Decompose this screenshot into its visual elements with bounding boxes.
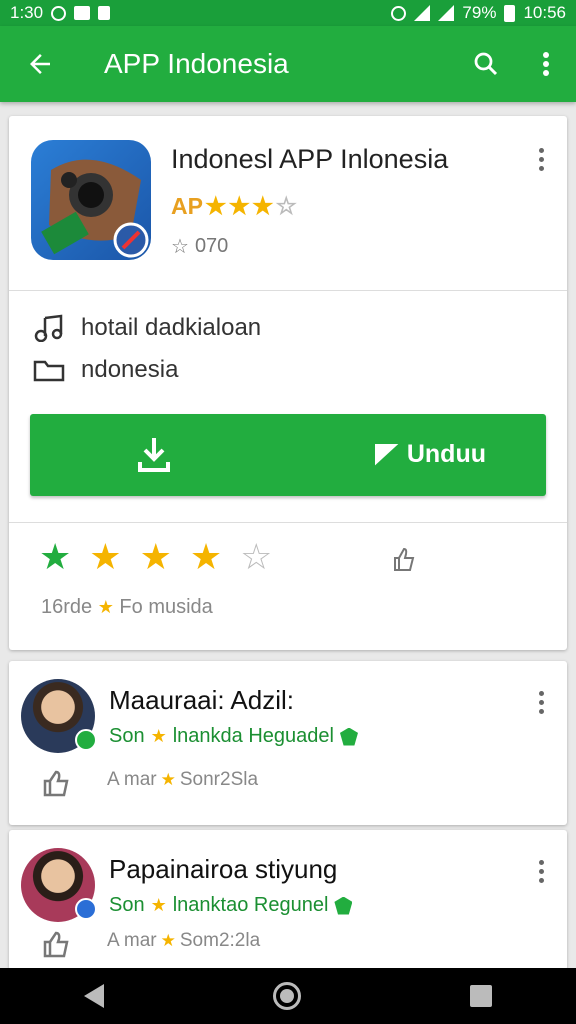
rate-star-1[interactable]: ★ [39, 536, 71, 578]
star-outline-icon: ☆ [171, 236, 189, 258]
leaf-icon [339, 727, 358, 746]
avatar[interactable] [21, 848, 97, 922]
search-button[interactable] [456, 49, 516, 79]
app-title: Indonesl APP Inlonesia [171, 144, 449, 174]
app-rating-count: ☆ 070 [171, 235, 229, 258]
app-icon[interactable] [31, 140, 151, 260]
star-icon: ★ [97, 597, 114, 617]
folder-icon [33, 360, 65, 382]
alarm-icon [391, 5, 407, 21]
review-menu-button[interactable] [539, 860, 545, 883]
star-icon: ★ [150, 895, 167, 915]
arrow-left-icon [30, 54, 50, 74]
rate-star-2[interactable]: ★ [89, 536, 121, 578]
camera-icon [41, 159, 149, 258]
review-author: Maauraai: Adzil: [109, 685, 294, 715]
rate-star-5[interactable]: ☆ [240, 536, 272, 578]
review-meta: A mar ★ Sonr2Sla [107, 769, 259, 790]
download-icon [138, 438, 170, 472]
verified-badge-icon [75, 729, 97, 751]
review-card: Papainairoa stiyung Son ★ lnanktao Regun… [9, 830, 567, 970]
rate-star-3[interactable]: ★ [140, 536, 172, 578]
rate-star-4[interactable]: ★ [190, 536, 222, 578]
app-bar: APP Indonesia [0, 26, 576, 102]
status-time-right: 10:56 [523, 3, 566, 22]
download-label: Unduu [374, 440, 486, 469]
flag-icon [374, 443, 399, 466]
star-icon: ★ [204, 193, 227, 220]
thumb-icon[interactable] [389, 546, 417, 574]
app-subtitle: AP ★ ★ ★ ☆ [171, 193, 298, 220]
star-icon: ★ [150, 726, 167, 746]
message-icon [74, 6, 91, 20]
search-icon [474, 52, 498, 76]
meta-row-music: hotail dadkialoan [33, 314, 261, 342]
back-button[interactable] [0, 49, 80, 79]
star-outline-icon: ☆ [275, 193, 298, 220]
status-time-left: 1:30 [10, 3, 44, 22]
rate-stars: ★ ★ ★ ★ ☆ [39, 536, 272, 578]
thumbs-up-icon[interactable] [41, 930, 71, 958]
meta-row-folder: ndonesia [33, 356, 178, 384]
music-note-icon [34, 314, 63, 342]
overflow-menu-button[interactable] [516, 51, 576, 77]
review-menu-button[interactable] [539, 691, 545, 714]
thumbs-up-icon[interactable] [41, 769, 71, 797]
status-bar: 1:30 79% 10:56 [0, 0, 576, 26]
avatar[interactable] [21, 679, 97, 753]
divider [9, 290, 567, 291]
signal-icon [438, 5, 455, 21]
star-icon: ★ [160, 770, 176, 789]
review-author: Papainairoa stiyung [109, 854, 338, 884]
battery-percent: 79% [462, 3, 497, 22]
nav-back-icon[interactable] [84, 984, 105, 1008]
review-subtitle: Son ★ lnanktao Regunel [109, 894, 353, 917]
review-subtitle: Son ★ lnankda Heguadel [109, 725, 358, 748]
divider [9, 522, 567, 523]
download-button[interactable]: Unduu [30, 414, 546, 496]
app-card-menu-button[interactable] [539, 148, 545, 171]
wifi-icon [414, 5, 431, 21]
star-icon: ★ [251, 193, 274, 220]
nav-home-icon[interactable] [272, 982, 301, 1010]
app-card: Indonesl APP Inlonesia AP ★ ★ ★ ☆ ☆ 070 … [9, 116, 567, 650]
review-meta: A mar ★ Som2:2la [107, 930, 261, 951]
system-nav-bar [0, 968, 576, 1024]
shield-icon [98, 6, 111, 20]
more-vert-icon [543, 52, 549, 76]
star-icon: ★ [160, 931, 176, 950]
review-card: Maauraai: Adzil: Son ★ lnankda Heguadel … [9, 661, 567, 825]
notification-icon [51, 5, 67, 21]
app-bar-title: APP Indonesia [104, 48, 289, 79]
leaf-icon [334, 896, 353, 915]
star-icon: ★ [228, 193, 250, 220]
battery-icon [504, 4, 516, 22]
verified-badge-icon [75, 898, 97, 920]
nav-recents-icon[interactable] [469, 985, 492, 1007]
rate-caption: 16rde ★ Fo musida [41, 596, 213, 618]
